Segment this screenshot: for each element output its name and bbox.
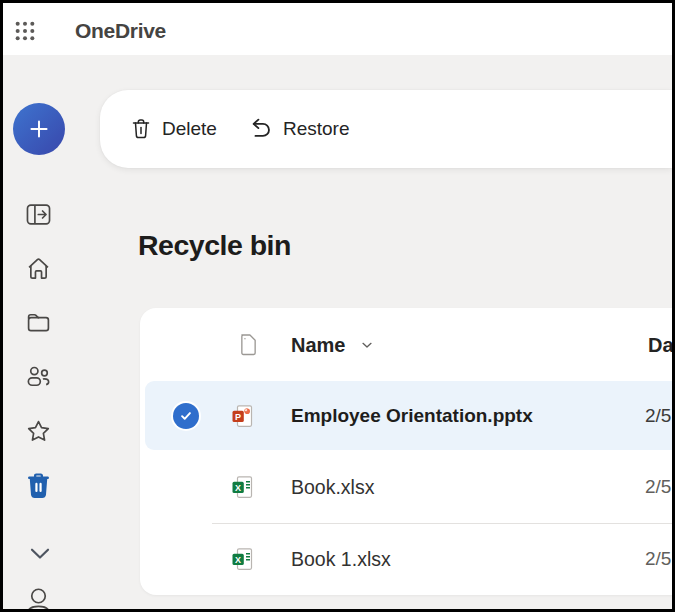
file-name[interactable]: Book 1.xlsx: [291, 548, 391, 571]
delete-label: Delete: [162, 118, 217, 140]
person-icon[interactable]: [25, 587, 52, 612]
list-header: Name Da: [140, 308, 672, 381]
app-launcher-waffle-icon[interactable]: [14, 20, 36, 42]
folder-icon[interactable]: [25, 309, 52, 336]
sort-chevron-icon[interactable]: [359, 337, 375, 353]
app-title: OneDrive: [75, 19, 166, 43]
selected-checkbox[interactable]: [173, 403, 199, 429]
column-header-date[interactable]: Da: [648, 333, 674, 356]
excel-file-icon: X: [230, 546, 256, 572]
chevron-down-icon[interactable]: [27, 541, 53, 567]
check-icon: [179, 409, 193, 423]
restore-icon: [248, 116, 274, 142]
powerpoint-file-icon: P: [230, 403, 256, 429]
file-date: 2/5: [645, 476, 671, 498]
file-row-employee-orientation[interactable]: P Employee Orientation.pptx 2/5: [140, 381, 672, 450]
document-type-icon[interactable]: [239, 332, 258, 357]
file-date: 2/5: [645, 548, 671, 570]
trash-icon: [129, 117, 153, 141]
restore-label: Restore: [283, 118, 350, 140]
file-row-book-1[interactable]: X Book 1.xlsx 2/5: [140, 524, 672, 594]
file-name[interactable]: Employee Orientation.pptx: [291, 405, 533, 427]
column-header-name[interactable]: Name: [291, 333, 345, 356]
plus-icon: [26, 116, 52, 142]
delete-button[interactable]: Delete: [129, 117, 217, 141]
restore-button[interactable]: Restore: [248, 116, 350, 142]
file-date: 2/5: [645, 405, 671, 427]
top-app-bar: OneDrive: [3, 3, 672, 55]
page-title: Recycle bin: [138, 229, 291, 262]
star-icon[interactable]: [25, 418, 52, 445]
home-icon[interactable]: [25, 255, 52, 282]
command-toolbar: Delete Restore: [100, 90, 672, 168]
file-list-card: Name Da P Employee Orientation.pptx 2/5: [140, 308, 672, 595]
open-panel-icon[interactable]: [25, 201, 52, 228]
recycle-bin-trash-icon[interactable]: [23, 470, 54, 501]
new-button[interactable]: [13, 103, 65, 155]
svg-text:X: X: [235, 482, 241, 492]
svg-text:P: P: [235, 412, 241, 422]
excel-file-icon: X: [230, 474, 256, 500]
file-row-book[interactable]: X Book.xlsx 2/5: [140, 450, 672, 523]
svg-text:X: X: [235, 555, 241, 565]
file-name[interactable]: Book.xlsx: [291, 475, 374, 498]
people-icon[interactable]: [25, 363, 52, 390]
